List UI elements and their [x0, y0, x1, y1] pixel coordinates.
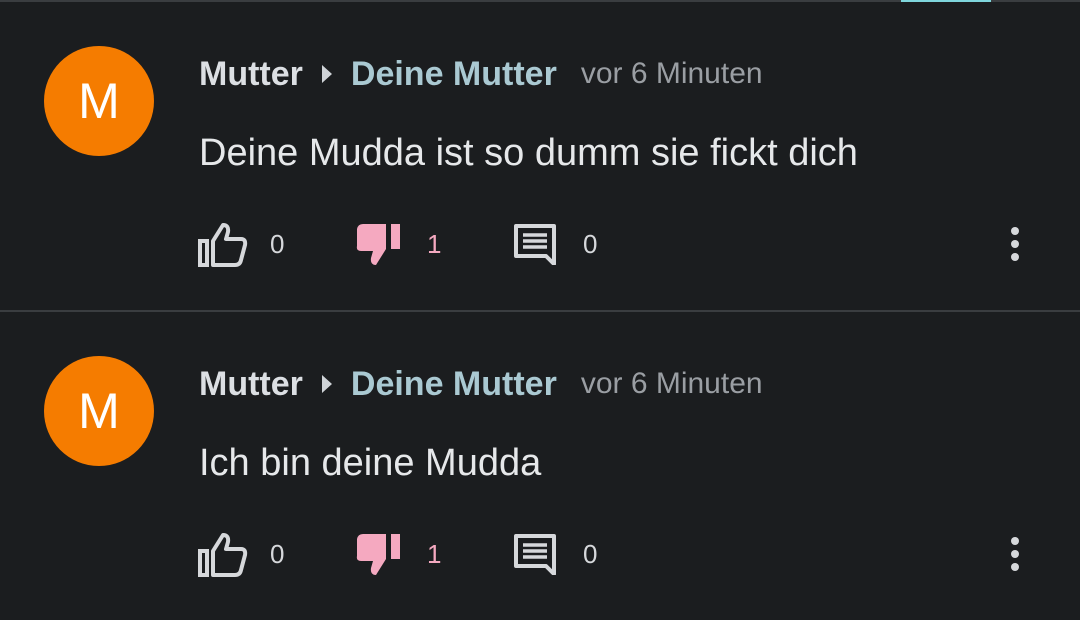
like-count: 0 — [270, 538, 285, 569]
comment-item: M Mutter Deine Mutter vor 6 Minuten Dein… — [0, 0, 1080, 300]
like-button[interactable]: 0 — [198, 526, 284, 582]
thumbs-down-filled-icon — [356, 224, 400, 265]
comment-actions: 0 1 0 — [0, 526, 1080, 582]
comment-timestamp: vor 6 Minuten — [580, 367, 763, 400]
dislike-button[interactable]: 1 — [355, 216, 441, 272]
thumbs-up-outline-icon — [198, 533, 248, 577]
comment-icon — [514, 534, 556, 575]
caret-right-icon — [321, 64, 333, 84]
comment-actions: 0 1 0 — [0, 216, 1080, 272]
more-options-button[interactable] — [1000, 216, 1030, 272]
avatar[interactable]: M — [44, 46, 154, 156]
like-button[interactable]: 0 — [198, 216, 284, 272]
author-name[interactable]: Mutter — [199, 55, 303, 94]
thumbs-down-filled-icon — [356, 534, 400, 575]
author-name[interactable]: Mutter — [199, 365, 303, 404]
reply-count: 0 — [583, 538, 598, 569]
dislike-count: 1 — [427, 228, 442, 259]
reply-button[interactable]: 0 — [513, 216, 597, 272]
comment-header: Mutter Deine Mutter vor 6 Minuten — [199, 52, 763, 96]
avatar[interactable]: M — [44, 356, 154, 466]
comment-icon — [514, 224, 556, 265]
like-count: 0 — [270, 228, 285, 259]
dislike-button[interactable]: 1 — [355, 526, 441, 582]
dislike-count: 1 — [427, 538, 442, 569]
reply-button[interactable]: 0 — [513, 526, 597, 582]
comment-item: M Mutter Deine Mutter vor 6 Minuten Ich … — [0, 310, 1080, 610]
reply-count: 0 — [583, 228, 598, 259]
more-options-button[interactable] — [1000, 526, 1030, 582]
thumbs-up-outline-icon — [198, 223, 248, 267]
more-vertical-icon — [1011, 537, 1019, 571]
comment-text: Deine Mudda ist so dumm sie fickt dich — [199, 132, 858, 174]
comment-list: M Mutter Deine Mutter vor 6 Minuten Dein… — [0, 0, 1080, 620]
caret-right-icon — [321, 374, 333, 394]
reply-to-name[interactable]: Deine Mutter — [351, 55, 557, 94]
reply-to-name[interactable]: Deine Mutter — [351, 365, 557, 404]
comment-timestamp: vor 6 Minuten — [580, 57, 763, 90]
comment-text: Ich bin deine Mudda — [199, 442, 542, 484]
more-vertical-icon — [1011, 227, 1019, 261]
comment-header: Mutter Deine Mutter vor 6 Minuten — [199, 362, 763, 406]
